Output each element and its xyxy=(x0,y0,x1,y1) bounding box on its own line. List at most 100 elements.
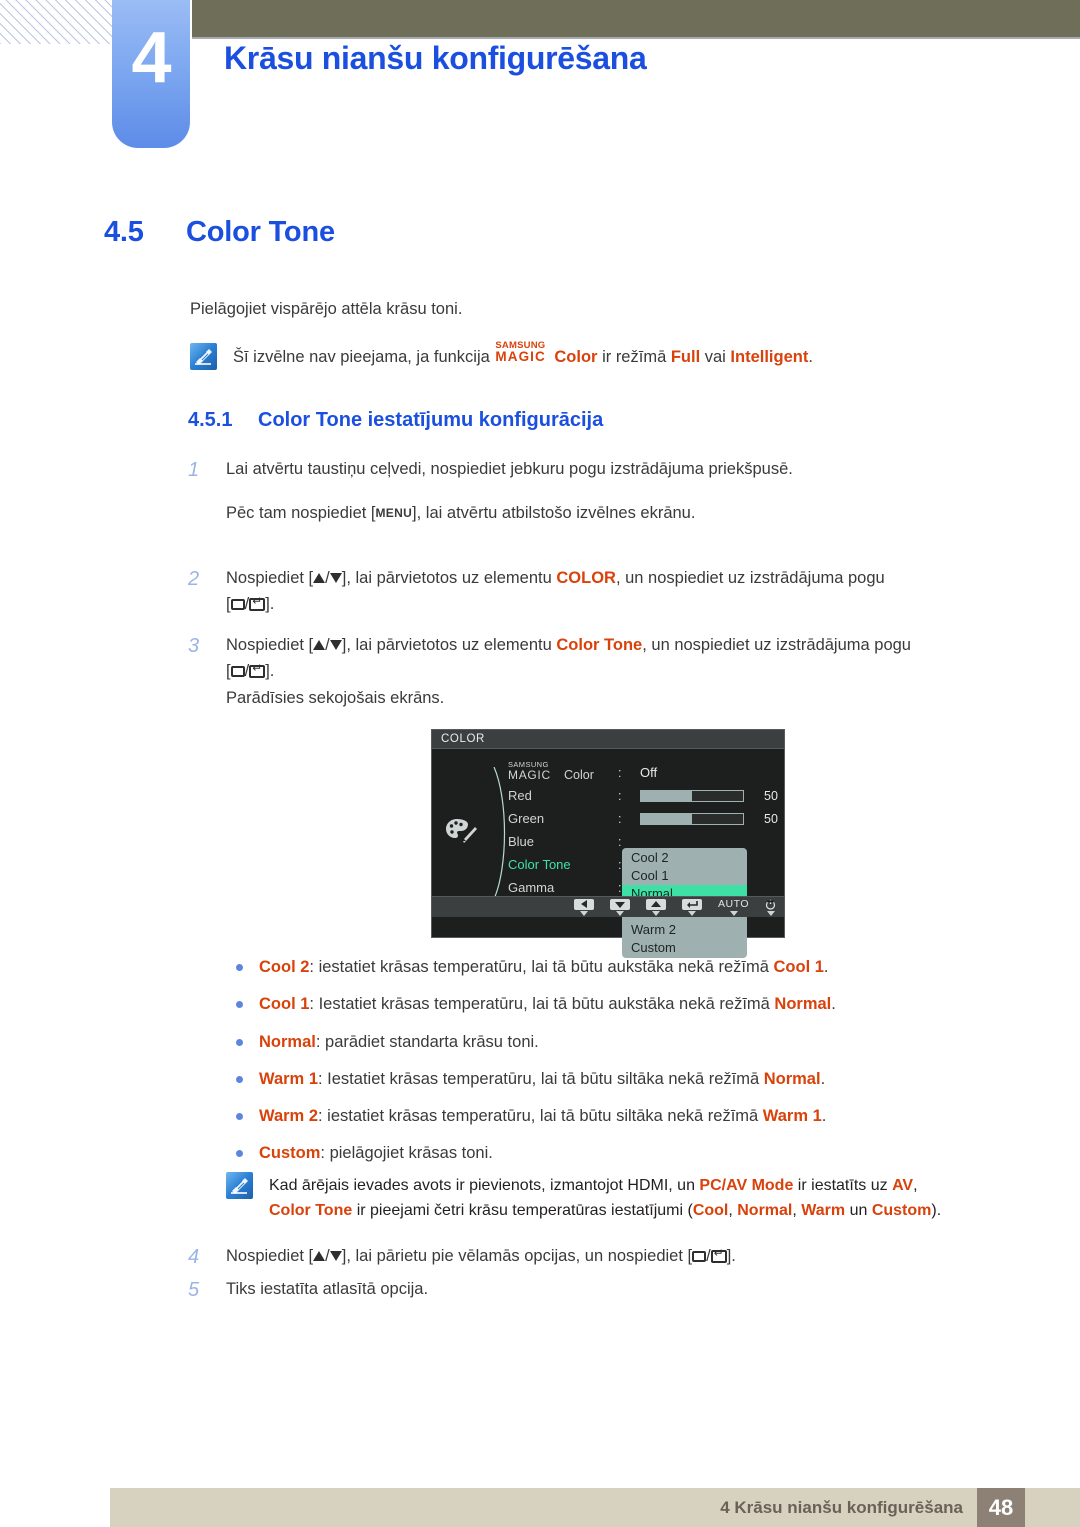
power-button[interactable] xyxy=(765,899,776,916)
osd-label-colortone: Color Tone xyxy=(508,857,571,872)
osd-row-red[interactable]: Red : 50 xyxy=(508,784,778,807)
list-item: Cool 2: iestatiet krāsas temperatūru, la… xyxy=(236,955,996,980)
step-3-keys-post: ]. xyxy=(265,662,275,681)
step-2-pre: Nospiediet [ xyxy=(226,569,314,587)
magic-main: MAGIC xyxy=(495,349,546,364)
step-1-number: 1 xyxy=(188,459,200,481)
osd-magic-main: MAGIC xyxy=(508,767,551,782)
step-3-number: 3 xyxy=(188,635,200,657)
osd-colon: : xyxy=(618,811,622,826)
bullet-term: Warm 1 xyxy=(259,1069,318,1088)
step-5-number: 5 xyxy=(188,1279,200,1301)
enter-button[interactable] xyxy=(682,898,703,916)
note-pen-icon xyxy=(190,343,217,370)
bullet-end: . xyxy=(823,958,829,976)
dropdown-item-warm2[interactable]: Warm 2 xyxy=(622,921,747,939)
osd-slider-red[interactable] xyxy=(640,789,744,802)
step-1: 1 Lai atvērtu taustiņu ceļvedi, nospiedi… xyxy=(188,456,988,527)
step-2-target: COLOR xyxy=(556,569,616,587)
note2-av: AV xyxy=(892,1177,914,1194)
note2-end: , xyxy=(913,1177,918,1194)
chapter-number: 4 xyxy=(131,18,171,98)
bullet-dot-icon xyxy=(236,1113,243,1120)
bullet-ref: Warm 1 xyxy=(762,1107,822,1125)
chapter-title: Krāsu nianšu konfigurēšana xyxy=(224,40,647,76)
note1-option-full: Full xyxy=(670,348,701,366)
bullet-term: Cool 1 xyxy=(259,995,310,1014)
osd-row-magiccolor[interactable]: SAMSUNG MAGIC Color : Off xyxy=(508,760,778,784)
osd-row-green[interactable]: Green : 50 xyxy=(508,807,778,830)
note2-mid: ir iestatīts uz xyxy=(793,1177,893,1194)
bullet-dot-icon xyxy=(236,1150,243,1158)
chevron-down-icon xyxy=(616,910,625,916)
step-4-text: Nospiediet [/], lai pārietu pie vēlamās … xyxy=(226,1243,736,1271)
bullet-term: Normal xyxy=(259,1032,316,1051)
osd-label-gamma: Gamma xyxy=(508,880,555,895)
step-3-pre: Nospiediet [ xyxy=(226,636,314,654)
note1-pre: Šī izvēlne nav pieejama, ja funkcija xyxy=(233,348,495,366)
note1-option-intelligent: Intelligent xyxy=(730,348,809,366)
step-1-line2-pre: Pēc tam nospiediet [ xyxy=(226,504,376,523)
bullet-sep: : xyxy=(309,958,319,976)
osd-button-bar: AUTO xyxy=(432,896,784,917)
note2-pre: Kad ārējais ievades avots ir pievienots,… xyxy=(269,1177,700,1194)
section-number: 4.5 xyxy=(104,216,144,248)
step-2-line-2: [/]. xyxy=(226,591,885,617)
osd-colon: : xyxy=(618,788,622,803)
osd-menu-screenshot: COLOR SAMSUNG MAGIC Color: Off Red: 50… xyxy=(431,729,785,958)
step-4-number: 4 xyxy=(188,1246,200,1268)
bullet-dot-icon xyxy=(236,964,243,971)
step-2: 2 Nospiediet [/], lai pārvietotos uz ele… xyxy=(188,565,998,618)
header-rule xyxy=(192,37,1080,39)
bullet-dot-icon xyxy=(236,1075,243,1083)
up-arrow-icon xyxy=(313,1251,326,1261)
subsection-number: 4.5.1 xyxy=(188,409,233,431)
left-arrow-button[interactable] xyxy=(574,898,595,916)
osd-body: SAMSUNG MAGIC Color : Off Red : 50 Green… xyxy=(432,749,784,958)
list-item: Warm 1: Iestatiet krāsas temperatūru, la… xyxy=(236,1067,996,1092)
note2-opt-cool: Cool xyxy=(692,1201,729,1219)
dropdown-item-cool2[interactable]: Cool 2 xyxy=(622,849,747,867)
note-pen-icon xyxy=(226,1172,253,1199)
osd-label-green: Green xyxy=(508,811,545,826)
dropdown-item-cool1[interactable]: Cool 1 xyxy=(622,867,747,885)
section-title: Color Tone xyxy=(186,216,335,248)
step-4-post: ]. xyxy=(726,1247,736,1265)
bullet-text: Iestatiet krāsas temperatūru, lai tā būt… xyxy=(318,995,775,1014)
bullet-term: Custom xyxy=(259,1144,321,1163)
osd-value-green: 50 xyxy=(764,811,778,826)
step-2-keys-post: ]. xyxy=(265,595,275,614)
subsection-heading: 4.5.1 Color Tone iestatījumu konfigurācij… xyxy=(188,409,603,432)
up-arrow-icon xyxy=(313,640,326,650)
step-2-mid: ], lai pārvietotos uz elementu xyxy=(341,569,557,587)
chevron-down-icon xyxy=(688,910,697,916)
power-icon xyxy=(765,899,776,910)
bullet-text: iestatiet krāsas temperatūru, lai tā būt… xyxy=(327,1107,763,1125)
step-3-line-3: Parādīsies sekojošais ekrāns. xyxy=(226,688,445,707)
down-arrow-icon xyxy=(329,640,342,650)
up-arrow-button[interactable] xyxy=(646,898,667,916)
chevron-down-icon xyxy=(580,910,589,916)
magic-color-word: Color xyxy=(554,348,598,366)
list-item: Custom: pielāgojiet krāsas toni. xyxy=(236,1141,996,1166)
list-item: Warm 2: iestatiet krāsas temperatūru, la… xyxy=(236,1104,996,1129)
osd-slider-green[interactable] xyxy=(640,812,744,825)
note2-colortone: Color Tone xyxy=(269,1201,353,1219)
palette-brush-icon xyxy=(444,817,478,847)
bullet-term: Cool 2 xyxy=(259,958,310,976)
down-arrow-icon xyxy=(329,573,342,583)
down-arrow-button[interactable] xyxy=(610,898,631,916)
page-title: 4.5 Color Tone xyxy=(104,216,335,249)
osd-value-magiccolor: Off xyxy=(640,765,658,780)
auto-button[interactable]: AUTO xyxy=(718,898,749,916)
note1-mid: ir režīmā xyxy=(597,348,671,366)
section-lead-text: Pielāgojiet vispārējo attēla krāsu toni. xyxy=(190,300,463,318)
bullet-text: Iestatiet krāsas temperatūru, lai tā būt… xyxy=(327,1069,764,1088)
source-key-icon xyxy=(230,666,245,678)
note2-opt-normal: Normal xyxy=(737,1201,793,1219)
bullet-sep: : xyxy=(318,1107,328,1125)
note2-pcav-mode: PC/AV Mode xyxy=(699,1177,794,1194)
up-arrow-icon xyxy=(313,573,326,583)
bullet-sep: : xyxy=(315,1032,326,1051)
bullet-sep: : xyxy=(309,995,319,1014)
